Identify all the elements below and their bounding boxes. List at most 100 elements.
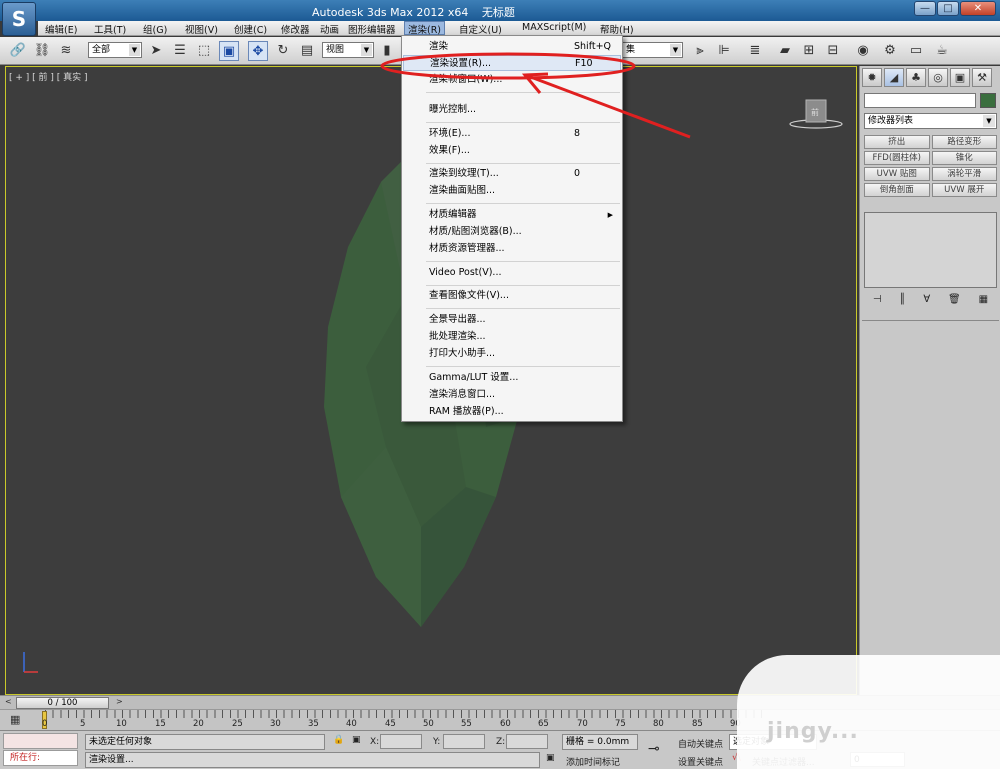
curve-editor-icon[interactable]: ⊞ (799, 41, 819, 61)
rectangular-selection-icon[interactable]: ⬚ (194, 41, 214, 61)
menu-item-effects[interactable]: 效果(F)... (403, 143, 621, 159)
menu-group[interactable]: 组(G) (140, 22, 170, 36)
menu-item-material-map-browser[interactable]: 材质/贴图浏览器(B)... (403, 224, 621, 240)
display-tab-icon[interactable]: ▣ (950, 68, 970, 87)
menu-customize[interactable]: 自定义(U) (456, 22, 505, 36)
modifier-button-taper[interactable]: 锥化 (931, 151, 997, 165)
modifier-button-path-deform[interactable]: 路径变形 (931, 135, 997, 149)
close-button[interactable]: ✕ (960, 1, 996, 16)
key-mode-icon[interactable]: √\ (732, 753, 741, 763)
object-name-field[interactable] (864, 93, 976, 108)
menu-animation[interactable]: 动画 (317, 22, 342, 36)
lock-selection-icon[interactable]: 🔒 (333, 735, 344, 745)
select-and-scale-icon[interactable]: ▤ (297, 41, 317, 61)
menu-item-batch-render[interactable]: 批处理渲染... (403, 329, 621, 345)
select-and-move-icon[interactable]: ✥ (248, 41, 268, 61)
menu-graph-editors[interactable]: 图形编辑器 (345, 22, 399, 36)
motion-tab-icon[interactable]: ◎ (928, 68, 948, 87)
modifier-button-ffd-cyl[interactable]: FFD(圆柱体) (864, 151, 930, 165)
modifier-button-uvw-map[interactable]: UVW 贴图 (864, 167, 930, 181)
track-bar[interactable]: ▦ 0 5 10 15 20 25 30 35 40 45 50 55 60 6… (0, 709, 1000, 730)
align-icon[interactable]: ⊫ (714, 41, 734, 61)
link-icon[interactable]: 🔗 (8, 41, 28, 61)
menu-modifiers[interactable]: 修改器 (278, 22, 313, 36)
render-production-icon[interactable]: ☕ (932, 41, 952, 61)
modifier-stack[interactable] (864, 212, 997, 288)
show-end-result-icon[interactable]: ║ (899, 294, 905, 310)
select-object-icon[interactable]: ➤ (146, 41, 166, 61)
menu-item-video-post[interactable]: Video Post(V)... (403, 265, 621, 281)
x-coordinate-field[interactable] (380, 734, 422, 749)
z-coordinate-field[interactable] (506, 734, 548, 749)
absolute-mode-icon[interactable]: ▣ (352, 735, 361, 745)
modify-tab-icon[interactable]: ◢ (884, 68, 904, 87)
named-selection-dropdown[interactable]: 集 ▼ (623, 42, 683, 58)
object-color-swatch[interactable] (980, 93, 996, 108)
menu-item-gamma-lut[interactable]: Gamma/LUT 设置... (403, 370, 621, 386)
graphite-tools-icon[interactable]: ▰ (775, 41, 795, 61)
key-selection-dropdown[interactable]: 选定对象 (729, 734, 817, 750)
modifier-list-dropdown[interactable]: 修改器列表 ▼ (864, 113, 997, 129)
create-tab-icon[interactable]: ✹ (862, 68, 882, 87)
time-tag-icon[interactable]: ▣ (546, 753, 555, 763)
menu-view[interactable]: 视图(V) (182, 22, 221, 36)
minimize-button[interactable]: — (914, 1, 936, 16)
bind-space-warp-icon[interactable]: ≋ (56, 41, 76, 61)
menu-item-render-message-window[interactable]: 渲染消息窗口... (403, 387, 621, 403)
menu-item-material-explorer[interactable]: 材质资源管理器... (403, 241, 621, 257)
rendered-frame-window-icon[interactable]: ▭ (906, 41, 926, 61)
viewcube[interactable]: 前 (789, 99, 843, 129)
select-by-name-icon[interactable]: ☰ (170, 41, 190, 61)
next-frame-icon[interactable]: > (116, 697, 123, 706)
make-unique-icon[interactable]: ∀ (923, 294, 930, 310)
layer-manager-icon[interactable]: ≣ (745, 41, 765, 61)
menu-item-rendered-frame-window[interactable]: 渲染帧窗口(W)... (403, 72, 621, 88)
modifier-button-unwrap-uvw[interactable]: UVW 展开 (931, 183, 997, 197)
time-slider[interactable]: 0 / 100 (16, 697, 109, 709)
utilities-tab-icon[interactable]: ⚒ (972, 68, 992, 87)
previous-frame-icon[interactable]: < (5, 697, 12, 706)
y-coordinate-field[interactable] (443, 734, 485, 749)
menu-item-render-to-texture[interactable]: 渲染到纹理(T)... 0 (403, 166, 621, 182)
key-filters-button[interactable]: 关键点过滤器... (752, 755, 815, 768)
pivot-center-icon[interactable]: ▮ (377, 41, 397, 61)
maximize-button[interactable]: □ (937, 1, 959, 16)
open-mini-curve-editor-icon[interactable]: ▦ (10, 713, 20, 726)
pin-stack-icon[interactable]: ⊣ (873, 294, 882, 310)
menu-item-material-editor[interactable]: 材质编辑器 ▶ (403, 207, 621, 223)
menu-edit[interactable]: 编辑(E) (42, 22, 80, 36)
menu-tools[interactable]: 工具(T) (91, 22, 129, 36)
material-editor-icon[interactable]: ◉ (853, 41, 873, 61)
render-setup-icon[interactable]: ⚙ (880, 41, 900, 61)
mirror-icon[interactable]: ⫸ (690, 41, 710, 61)
schematic-view-icon[interactable]: ⊟ (823, 41, 843, 61)
menu-item-render-surface-map[interactable]: 渲染曲面贴图... (403, 183, 621, 199)
window-crossing-icon[interactable]: ▣ (219, 41, 239, 61)
add-time-tag-button[interactable]: 添加时间标记 (566, 755, 620, 768)
selection-filter-dropdown[interactable]: 全部 ▼ (88, 42, 142, 58)
maxscript-line[interactable]: 所在行: (3, 750, 78, 766)
set-key-icon[interactable]: ⊸ (648, 741, 660, 757)
menu-item-exposure-control[interactable]: 曝光控制... (403, 102, 621, 118)
remove-modifier-icon[interactable]: 🗑 (948, 294, 961, 310)
hierarchy-tab-icon[interactable]: ♣ (906, 68, 926, 87)
menu-item-render[interactable]: 渲染 Shift+Q (403, 39, 621, 55)
reference-coord-dropdown[interactable]: 视图 ▼ (322, 42, 374, 58)
current-frame-field[interactable]: 0 (850, 752, 905, 767)
menu-item-print-size-assistant[interactable]: 打印大小助手... (403, 346, 621, 362)
modifier-button-bevel-profile[interactable]: 倒角剖面 (864, 183, 930, 197)
modifier-button-extrude[interactable]: 挤出 (864, 135, 930, 149)
auto-key-button[interactable]: 自动关键点 (678, 737, 723, 750)
menu-create[interactable]: 创建(C) (231, 22, 270, 36)
unlink-icon[interactable]: ⛓ (32, 41, 52, 61)
menu-item-render-setup[interactable]: 渲染设置(R)... F10 (403, 55, 621, 71)
menu-maxscript[interactable]: MAXScript(M) (519, 22, 589, 33)
menu-item-view-image-file[interactable]: 查看图像文件(V)... (403, 288, 621, 304)
menu-item-ram-player[interactable]: RAM 播放器(P)... (403, 404, 621, 420)
modifier-button-turbosmooth[interactable]: 涡轮平滑 (931, 167, 997, 181)
app-logo-button[interactable]: S (2, 2, 36, 36)
select-and-rotate-icon[interactable]: ↻ (273, 41, 293, 61)
maxscript-listener[interactable] (3, 733, 78, 749)
menu-rendering[interactable]: 渲染(R) (404, 21, 446, 36)
menu-item-panorama-exporter[interactable]: 全景导出器... (403, 312, 621, 328)
